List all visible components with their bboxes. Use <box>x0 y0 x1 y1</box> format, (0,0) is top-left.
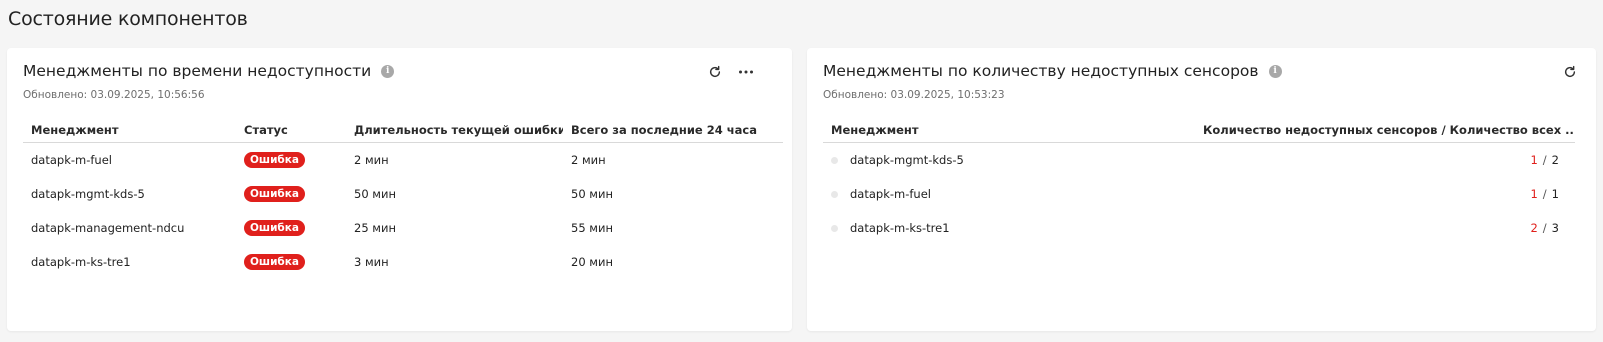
table-row[interactable]: datapk-m-fuel Ошибка 2 мин 2 мин <box>23 143 783 177</box>
sensor-ratio: 1 / 2 <box>1195 153 1575 167</box>
more-icon <box>739 70 753 74</box>
total-duration: 2 мин <box>571 153 606 167</box>
status-badge: Ошибка <box>244 254 305 270</box>
management-name: datapk-m-ks-tre1 <box>850 221 950 235</box>
status-badge: Ошибка <box>244 220 305 236</box>
unavailable-count: 1 <box>1530 187 1538 201</box>
total-count: 3 <box>1551 221 1559 235</box>
column-header-status[interactable]: Статус <box>236 123 346 137</box>
table-row[interactable]: datapk-mgmt-kds-5 Ошибка 50 мин 50 мин <box>23 177 783 211</box>
status-dot <box>831 191 838 198</box>
downtime-panel: Менеджменты по времени недоступности i О… <box>7 48 792 331</box>
table-row[interactable]: datapk-m-ks-tre1 Ошибка 3 мин 20 мин <box>23 245 783 279</box>
page-title: Состояние компонентов <box>8 8 248 30</box>
column-header-total-24h[interactable]: Всего за последние 24 часа <box>563 123 783 137</box>
management-name: datapk-m-ks-tre1 <box>31 255 131 269</box>
management-name: datapk-management-ndcu <box>31 221 185 235</box>
management-name: datapk-m-fuel <box>850 187 931 201</box>
ratio-separator: / <box>1542 153 1547 167</box>
management-name: datapk-mgmt-kds-5 <box>850 153 964 167</box>
downtime-panel-title: Менеджменты по времени недоступности i <box>23 62 395 80</box>
management-name: datapk-mgmt-kds-5 <box>31 187 145 201</box>
column-header-sensor-ratio[interactable]: Количество недоступных сенсоров / Количе… <box>1195 123 1575 137</box>
status-dot <box>831 225 838 232</box>
current-duration: 25 мин <box>354 221 396 235</box>
column-header-current-duration[interactable]: Длительность текущей ошибки <box>346 123 563 137</box>
total-count: 2 <box>1551 153 1559 167</box>
table-row[interactable]: datapk-mgmt-kds-5 1 / 2 <box>823 143 1575 177</box>
column-header-management[interactable]: Менеджмент <box>823 123 1195 137</box>
refresh-button[interactable] <box>1560 62 1580 82</box>
more-button[interactable] <box>736 62 756 82</box>
updated-timestamp: Обновлено: 03.09.2025, 10:53:23 <box>823 89 1005 101</box>
downtime-panel-title-text: Менеджменты по времени недоступности <box>23 62 372 80</box>
current-duration: 50 мин <box>354 187 396 201</box>
current-duration: 2 мин <box>354 153 389 167</box>
table-row[interactable]: datapk-m-fuel 1 / 1 <box>823 177 1575 211</box>
status-dot <box>831 157 838 164</box>
sensors-panel: Менеджменты по количеству недоступных се… <box>807 48 1596 331</box>
sensors-panel-title-text: Менеджменты по количеству недоступных се… <box>823 62 1259 80</box>
sensor-ratio: 2 / 3 <box>1195 221 1575 235</box>
sensors-table: Менеджмент Количество недоступных сенсор… <box>823 118 1575 245</box>
refresh-icon <box>1564 65 1576 78</box>
total-count: 1 <box>1551 187 1559 201</box>
info-icon[interactable]: i <box>1268 64 1282 78</box>
table-header: Менеджмент Количество недоступных сенсор… <box>823 118 1575 143</box>
unavailable-count: 2 <box>1530 221 1538 235</box>
table-row[interactable]: datapk-m-ks-tre1 2 / 3 <box>823 211 1575 245</box>
table-header: Менеджмент Статус Длительность текущей о… <box>23 118 783 143</box>
status-badge: Ошибка <box>244 152 305 168</box>
column-header-management[interactable]: Менеджмент <box>23 123 236 137</box>
total-duration: 55 мин <box>571 221 613 235</box>
current-duration: 3 мин <box>354 255 389 269</box>
refresh-button[interactable] <box>705 62 725 82</box>
ratio-separator: / <box>1542 221 1547 235</box>
status-badge: Ошибка <box>244 186 305 202</box>
refresh-icon <box>709 65 721 78</box>
ratio-separator: / <box>1542 187 1547 201</box>
total-duration: 50 мин <box>571 187 613 201</box>
downtime-table: Менеджмент Статус Длительность текущей о… <box>23 118 783 279</box>
updated-timestamp: Обновлено: 03.09.2025, 10:56:56 <box>23 89 205 101</box>
total-duration: 20 мин <box>571 255 613 269</box>
table-row[interactable]: datapk-management-ndcu Ошибка 25 мин 55 … <box>23 211 783 245</box>
unavailable-count: 1 <box>1530 153 1538 167</box>
management-name: datapk-m-fuel <box>31 153 112 167</box>
sensor-ratio: 1 / 1 <box>1195 187 1575 201</box>
info-icon[interactable]: i <box>381 64 395 78</box>
sensors-panel-title: Менеджменты по количеству недоступных се… <box>823 62 1282 80</box>
